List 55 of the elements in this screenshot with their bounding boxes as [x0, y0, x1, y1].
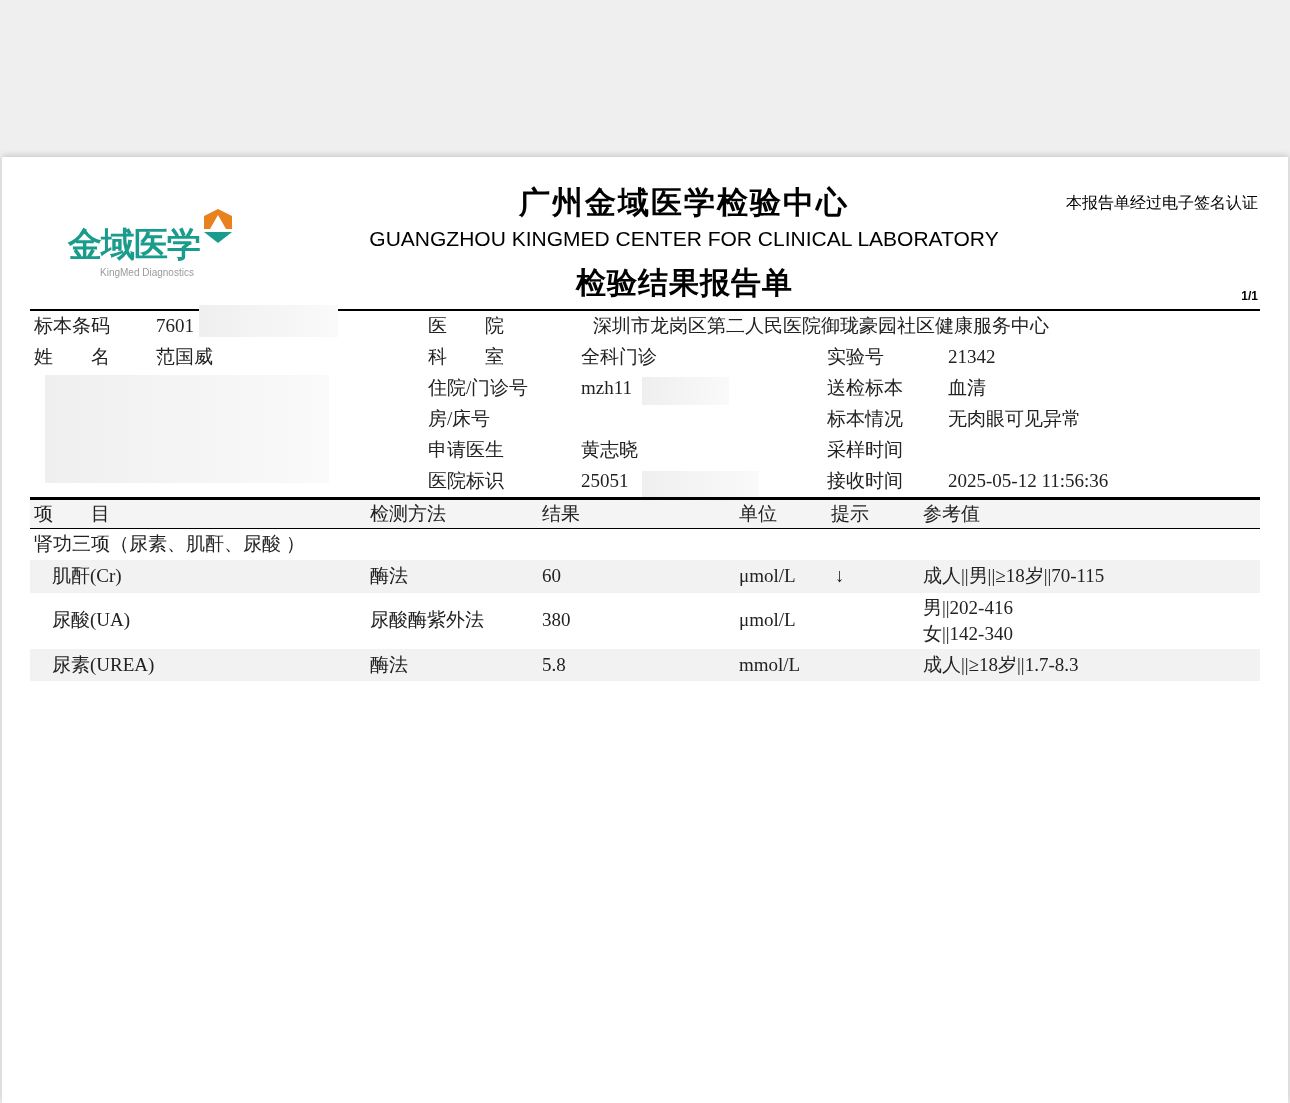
field-value: 7601	[156, 314, 194, 339]
table-cell-text: 380	[542, 608, 572, 633]
table-cell-text: 酶法	[370, 564, 409, 588]
flag-cell-text: ↓	[834, 565, 845, 586]
field-value: 21342	[948, 345, 996, 370]
field-label: 标本条码	[34, 314, 111, 339]
column-header: 结果	[542, 501, 581, 526]
reference-value: 成人||男||≥18岁||70-115	[923, 564, 1106, 589]
table-cell-text: 5.8	[542, 652, 567, 677]
field-value: 25051	[581, 469, 629, 494]
field-label: 科 室	[428, 345, 505, 370]
field-label: 接收时间	[827, 469, 904, 494]
field-label: 送检标本	[827, 376, 904, 401]
report-title: 广州金域医学检验中心	[519, 184, 849, 222]
field-label: 标本情况	[827, 407, 904, 432]
field-label: 采样时间	[827, 438, 904, 463]
signature-note: 本报告单经过电子签名认证	[1066, 193, 1258, 213]
reference-value: 男||202-416	[923, 595, 1014, 620]
field-value: 无肉眼可见异常	[948, 407, 1081, 432]
column-header: 提示	[831, 501, 870, 526]
reference-value: 成人||≥18岁||1.7-8.3	[923, 652, 1080, 677]
field-label: 房/床号	[428, 407, 492, 432]
field-value: mzh11	[581, 376, 632, 401]
field-value: 范国威	[156, 345, 213, 370]
column-header: 单位	[739, 501, 778, 526]
field-value: 全科门诊	[581, 345, 657, 370]
table-cell-text: 尿酸(UA)	[51, 608, 132, 633]
table-cell-text: 60	[542, 564, 562, 588]
report-title-english: GUANGZHOU KINGMED CENTER FOR CLINICAL LABORATORY	[369, 226, 999, 252]
field-value: 深圳市龙岗区第二人民医院御珑豪园社区健康服务中心	[593, 314, 1049, 339]
column-header: 检测方法	[370, 501, 447, 526]
table-cell-text: 尿酸酶紫外法	[370, 608, 485, 633]
column-header: 项 目	[34, 501, 111, 526]
field-value: 黄志晓	[581, 438, 638, 463]
field-value: 血清	[948, 376, 986, 401]
table-cell-text: μmol/L	[739, 608, 797, 633]
table-cell-text: 肌酐(Cr)	[51, 564, 123, 588]
table-cell-text: 酶法	[370, 652, 409, 677]
report-subtitle: 检验结果报告单	[575, 265, 793, 301]
reference-value: 女||142-340	[923, 621, 1014, 646]
logo-subtext: KingMed Diagnostics	[100, 266, 194, 280]
field-label: 实验号	[827, 345, 885, 370]
field-label: 姓 名	[34, 345, 111, 370]
page-number: 1/1	[1241, 288, 1258, 305]
table-cell-text: 尿素(UREA)	[51, 652, 156, 677]
column-header: 参考值	[923, 501, 981, 526]
field-label: 申请医生	[428, 438, 505, 463]
table-cell-text: mmol/L	[739, 652, 802, 677]
field-value: 2025-05-12 11:56:36	[948, 469, 1109, 494]
table-cell-text: μmol/L	[739, 564, 797, 588]
logo-text: 金域医学	[68, 227, 201, 261]
field-label: 医 院	[428, 314, 505, 339]
field-label: 住院/门诊号	[428, 376, 530, 401]
field-label: 医院标识	[428, 469, 505, 494]
test-group: 肾功三项（尿素、肌酐、尿酸 ）	[34, 530, 305, 559]
